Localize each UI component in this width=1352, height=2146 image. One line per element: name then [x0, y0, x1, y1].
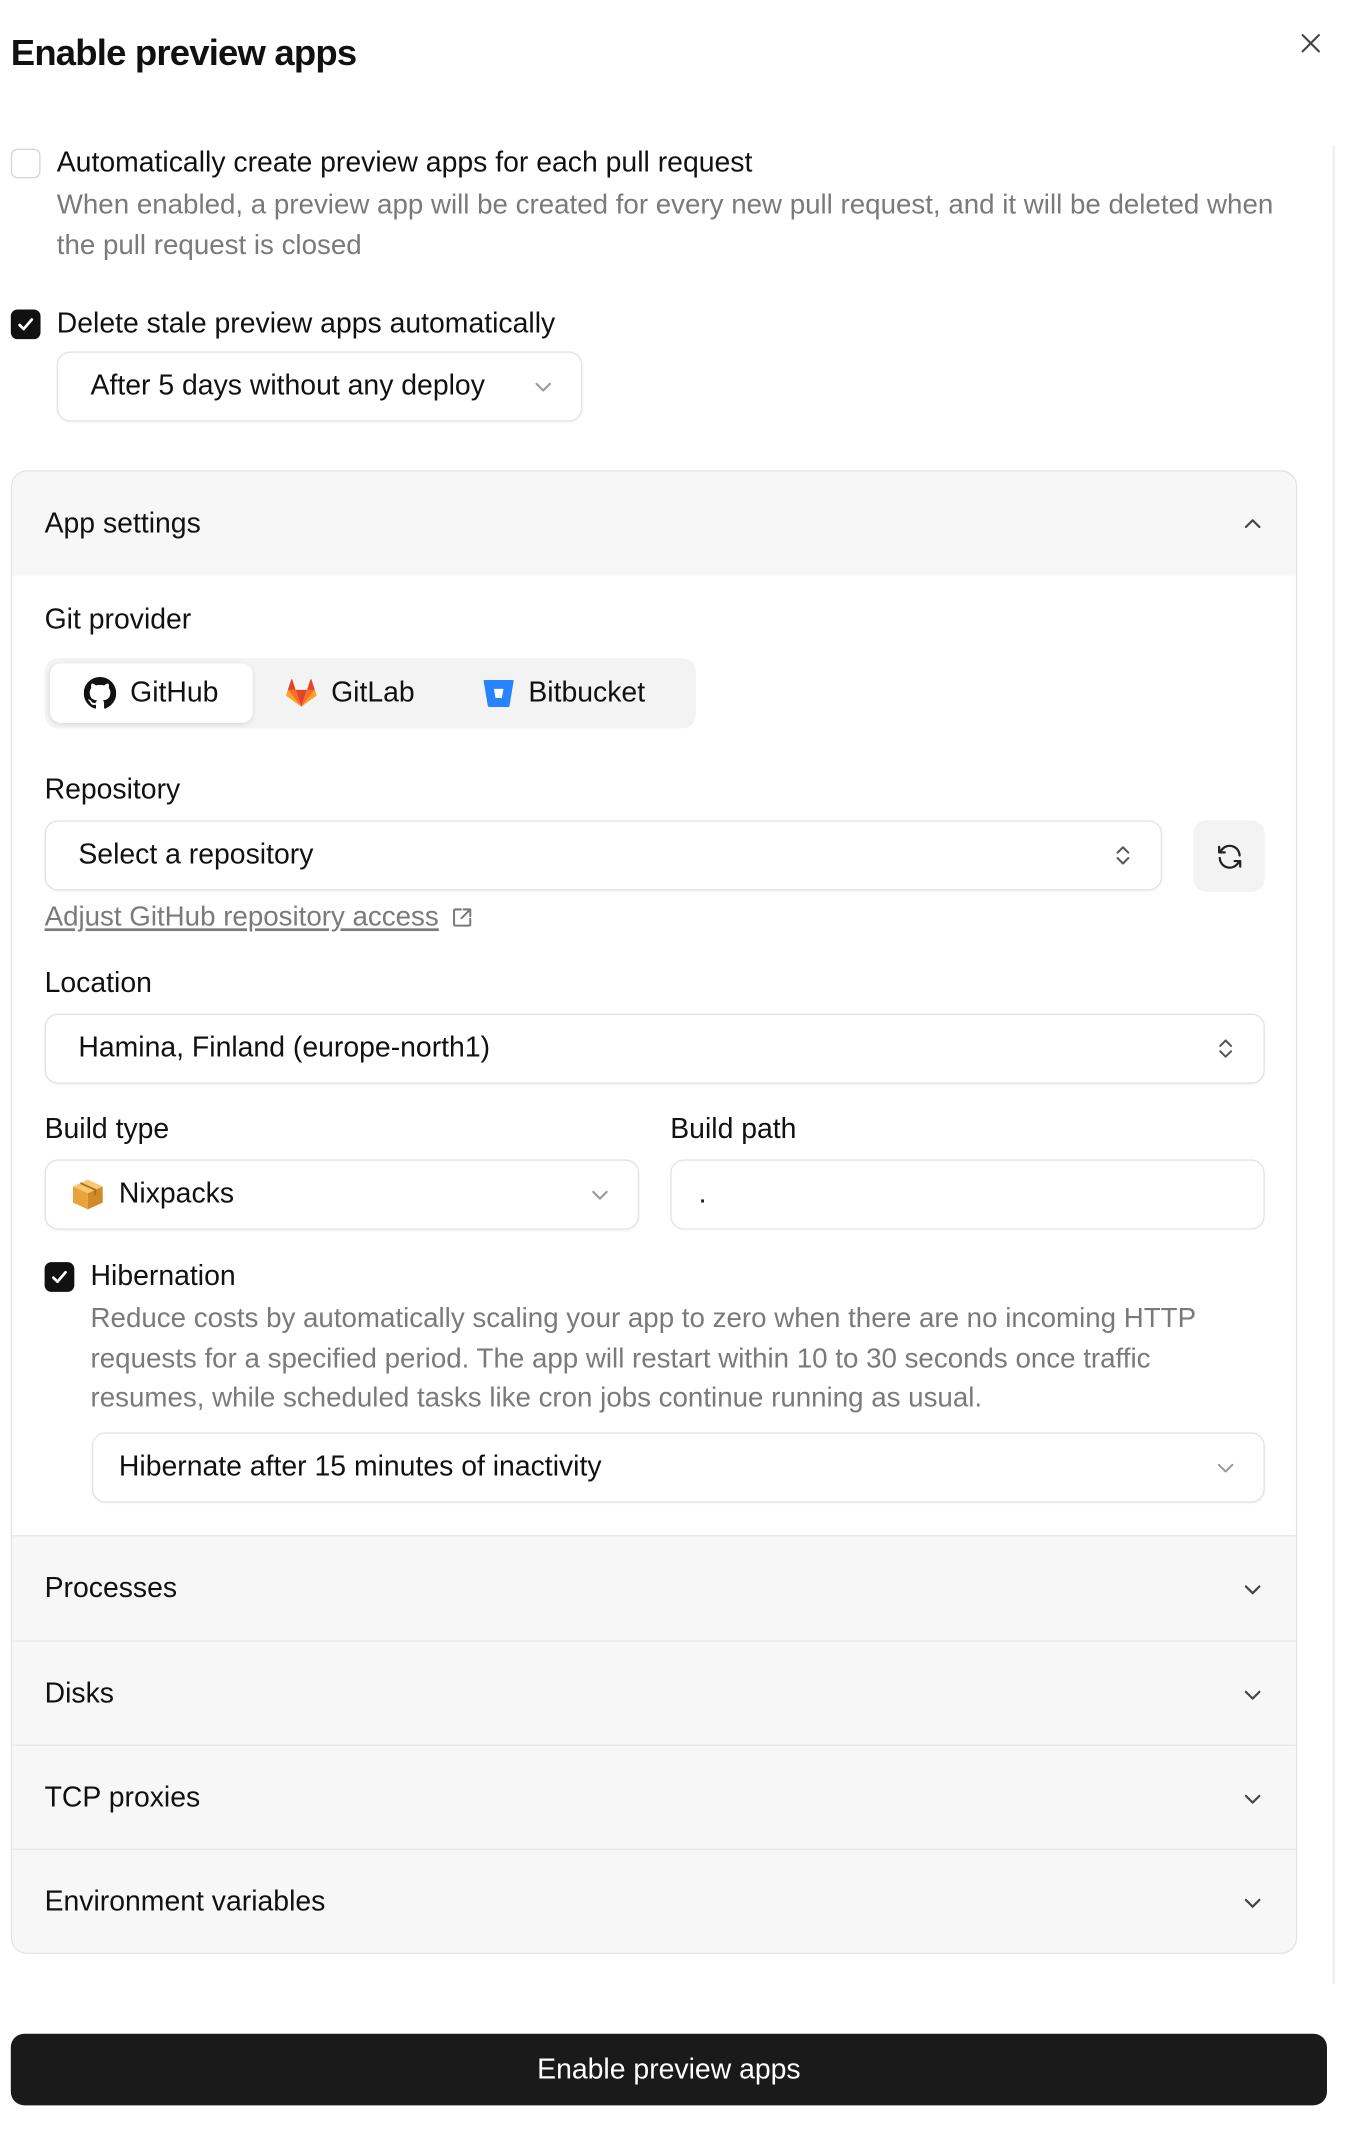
dialog-title: Enable preview apps	[10, 32, 357, 73]
provider-gitlab-label: GitLab	[331, 677, 415, 709]
adjust-github-access-link[interactable]: Adjust GitHub repository access	[45, 901, 474, 933]
provider-gitlab[interactable]: GitLab	[285, 663, 415, 722]
app-settings-header[interactable]: App settings	[12, 471, 1296, 576]
delete-stale-checkbox[interactable]	[10, 309, 41, 340]
provider-github-label: GitHub	[130, 677, 219, 709]
chevron-updown-icon	[1116, 846, 1130, 865]
provider-github[interactable]: GitHub	[49, 663, 253, 723]
close-button[interactable]	[1295, 27, 1327, 59]
bitbucket-icon	[483, 679, 514, 708]
close-icon	[1301, 34, 1320, 53]
enable-preview-apps-label: Enable preview apps	[537, 2053, 801, 2085]
hibernation-checkbox[interactable]	[44, 1262, 75, 1292]
auto-create-description: When enabled, a preview app will be crea…	[56, 189, 1274, 261]
auto-create-option: Automatically create preview apps for ea…	[10, 146, 1295, 266]
build-type-value: Nixpacks	[118, 1178, 235, 1210]
hibernation-description: Reduce costs by automatically scaling yo…	[90, 1302, 1196, 1414]
hibernation-label: Hibernation	[90, 1260, 236, 1292]
auto-create-label: Automatically create preview apps for ea…	[56, 147, 753, 179]
delete-stale-label: Delete stale preview apps automatically	[56, 308, 556, 340]
app-settings-title: App settings	[44, 507, 201, 539]
build-type-display: Nixpacks	[70, 1177, 234, 1212]
build-path-input[interactable]: .	[670, 1159, 1265, 1230]
git-provider-switch: GitHub GitLab Bitbucket	[44, 658, 696, 729]
git-provider-label: Git provider	[44, 604, 192, 636]
processes-title: Processes	[44, 1572, 178, 1604]
chevron-down-icon	[1244, 1584, 1261, 1594]
build-type-select[interactable]: Nixpacks	[44, 1159, 640, 1230]
enable-preview-apps-button[interactable]: Enable preview apps	[10, 2033, 1327, 2106]
chevron-down-icon	[1244, 1690, 1261, 1699]
location-value: Hamina, Finland (europe-north1)	[78, 1032, 491, 1064]
processes-header[interactable]: Processes	[12, 1536, 1296, 1641]
stale-period-select[interactable]: After 5 days without any deploy	[56, 351, 583, 422]
stale-period-value: After 5 days without any deploy	[90, 370, 485, 402]
environment-variables-title: Environment variables	[44, 1885, 326, 1917]
repository-label: Repository	[44, 774, 181, 806]
checkmark-icon	[52, 1270, 67, 1284]
chevron-down-icon	[535, 382, 551, 392]
auto-create-checkbox[interactable]	[10, 148, 41, 179]
chevron-down-icon	[1244, 1898, 1261, 1908]
disks-title: Disks	[44, 1677, 114, 1709]
adjust-github-access-text: Adjust GitHub repository access	[44, 901, 439, 933]
refresh-repositories-button[interactable]	[1193, 820, 1265, 892]
chevron-down-icon	[592, 1190, 608, 1200]
location-select[interactable]: Hamina, Finland (europe-north1)	[44, 1013, 1265, 1084]
provider-bitbucket-label: Bitbucket	[528, 677, 646, 709]
checkmark-icon	[18, 318, 34, 331]
hibernation-option: Hibernation Reduce costs by automaticall…	[44, 1259, 1234, 1418]
delete-stale-option: Delete stale preview apps automatically	[10, 307, 556, 342]
scrollbar[interactable]	[1332, 145, 1336, 1984]
chevron-down-icon	[1244, 1794, 1261, 1804]
build-type-label: Build type	[44, 1113, 170, 1145]
chevron-up-icon	[1244, 518, 1261, 528]
chevron-down-icon	[1217, 1463, 1234, 1473]
hibernation-period-value: Hibernate after 15 minutes of inactivity	[118, 1451, 602, 1483]
gitlab-icon	[286, 679, 317, 707]
package-box-icon	[72, 1179, 103, 1210]
build-path-label: Build path	[670, 1113, 797, 1145]
repository-select[interactable]: Select a repository	[44, 820, 1163, 891]
external-link-icon	[452, 908, 471, 927]
tcp-proxies-title: TCP proxies	[44, 1781, 201, 1813]
repository-placeholder: Select a repository	[78, 839, 314, 871]
chevron-updown-icon	[1219, 1039, 1233, 1058]
refresh-icon	[1217, 844, 1241, 869]
hibernation-period-select[interactable]: Hibernate after 15 minutes of inactivity	[91, 1432, 1265, 1503]
tcp-proxies-header[interactable]: TCP proxies	[12, 1745, 1296, 1850]
settings-panel: App settings Git provider GitHub GitLab …	[10, 470, 1298, 1954]
provider-bitbucket[interactable]: Bitbucket	[482, 663, 645, 722]
environment-variables-header[interactable]: Environment variables	[12, 1849, 1296, 1953]
disks-header[interactable]: Disks	[12, 1641, 1296, 1746]
build-path-value: .	[698, 1178, 707, 1210]
location-label: Location	[44, 967, 152, 999]
preview-apps-dialog: Enable preview apps Automatically create…	[0, 0, 1352, 2146]
github-icon	[84, 677, 117, 709]
